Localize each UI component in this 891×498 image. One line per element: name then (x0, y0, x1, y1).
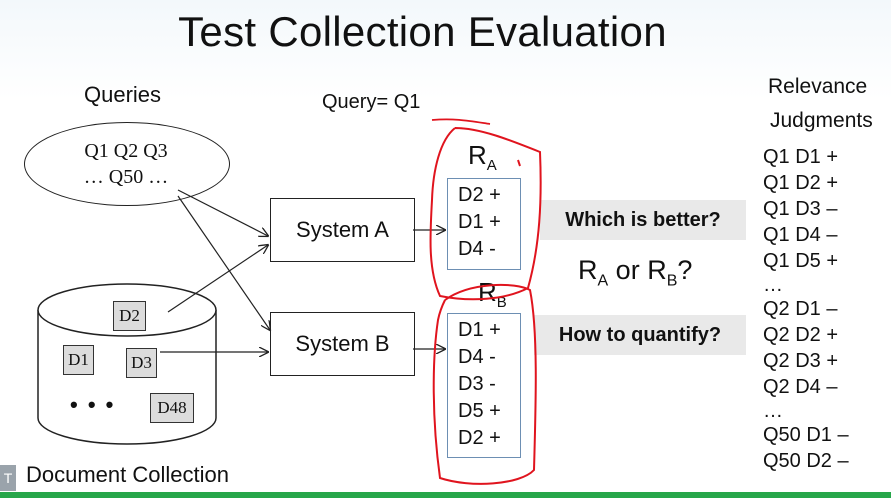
arrow-queries-to-system-a (177, 189, 268, 236)
diagram-lines (37, 118, 542, 485)
corner-logo-icon: T (0, 465, 16, 491)
annotation-tick-mark (517, 159, 521, 167)
document-d48: D48 (150, 393, 194, 423)
document-d3: D3 (126, 348, 157, 378)
documents-ellipsis: • • • (70, 392, 116, 417)
relevance-item: Q1 D1 + (763, 146, 839, 168)
result-b-annotation-loop (432, 283, 537, 485)
bottom-accent-bar (0, 492, 891, 498)
relevance-list: Q1 D1 + Q1 D2 + Q1 D3 – Q1 D4 – Q1 D5 + … (763, 144, 849, 474)
relevance-header-line-2: Judgments (770, 109, 873, 132)
relevance-header-line-1: Relevance (768, 75, 868, 98)
relevance-item: Q2 D2 + (763, 324, 839, 346)
relevance-item: Q1 D5 + (763, 250, 839, 272)
relevance-item: … (763, 274, 783, 296)
relevance-item: … (763, 400, 783, 422)
relevance-item: Q2 D3 + (763, 350, 839, 372)
document-d1: D1 (63, 345, 94, 375)
relevance-item: Q1 D3 – (763, 198, 838, 220)
result-a-annotation-loop (429, 127, 542, 301)
relevance-item: Q50 D1 – (763, 424, 849, 446)
relevance-item: Q1 D2 + (763, 172, 839, 194)
document-collection-label: Document Collection (26, 462, 229, 487)
relevance-item: Q2 D4 – (763, 376, 838, 398)
document-d2: D2 (113, 301, 146, 331)
relevance-item: Q1 D4 – (763, 224, 838, 246)
query-annotation-stroke (431, 118, 491, 125)
relevance-item: Q50 D2 – (763, 450, 849, 472)
relevance-item: Q2 D1 – (763, 298, 838, 320)
